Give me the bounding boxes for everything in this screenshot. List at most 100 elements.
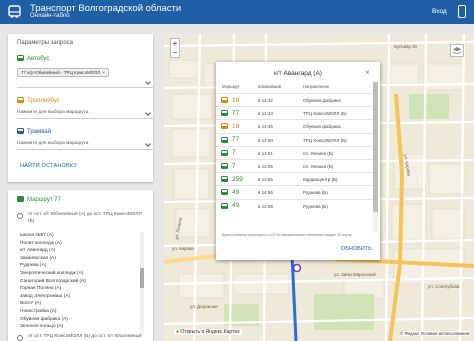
direction-radio-1[interactable] <box>17 213 23 219</box>
remove-chip-icon[interactable]: × <box>102 70 105 75</box>
route-number: 259 <box>232 175 243 183</box>
bus-icon <box>221 136 228 143</box>
table-row[interactable]: 49 в 14:59 Руднева (Б) <box>216 198 374 212</box>
route-number: 77 <box>232 109 240 117</box>
map-street-label: ул. Кирова <box>172 246 194 251</box>
list-item[interactable]: Горная Поляна (А) <box>20 285 138 293</box>
bus-icon <box>17 196 24 202</box>
trolleybus-select[interactable]: Нажмите для выбора маршрута <box>17 108 153 119</box>
direction: Обувная фабрика <box>303 124 341 130</box>
table-row[interactable]: 7 в 14:55 пл. Ленина (Б) <box>216 159 374 172</box>
map-terms-link[interactable]: © Яндекс Условия использования <box>400 331 470 336</box>
route-number: 18 <box>232 96 240 104</box>
trolleybus-icon <box>221 97 228 103</box>
direction: Руднева (Б) <box>303 190 328 196</box>
list-item[interactable]: Руднева (А) <box>20 262 138 270</box>
col-direction-header: Направление <box>303 84 330 89</box>
bus-icon <box>221 149 228 156</box>
list-item[interactable]: завод Электромаш (А) <box>20 293 138 301</box>
route-number: 49 <box>232 188 240 196</box>
login-link[interactable]: Вход <box>432 8 447 15</box>
list-item[interactable]: Обувная фабрика (А) <box>20 316 138 324</box>
bus-logo-icon <box>8 5 21 18</box>
table-row[interactable]: 7 в 14:51 пл. Ленина (Б) <box>216 145 374 159</box>
direction-radio-2[interactable] <box>17 335 23 341</box>
route-number: 77 <box>232 136 240 144</box>
popup-scrollbar[interactable] <box>373 82 378 232</box>
layers-icon[interactable] <box>450 44 464 57</box>
bus-route-chip[interactable]: 77 к/р Юбилейный - ТРЦ КомсоМОЛЛ × <box>17 68 109 77</box>
arrival-time: в 14:42 <box>258 98 273 103</box>
close-icon[interactable]: × <box>365 68 370 77</box>
route-title: Маршрут 77 <box>17 196 61 203</box>
query-panel-title: Параметры запроса <box>17 40 73 46</box>
stop-popup: к/т Авангард (А) × Маршрут Ближайший Нап… <box>216 62 380 260</box>
map-street-label: Бульвар 30 <box>394 44 418 49</box>
direction: Руднева (Б) <box>303 203 328 209</box>
bus-icon <box>17 55 24 61</box>
update-button[interactable]: ОБНОВИТЬ <box>341 246 372 252</box>
chevron-down-icon <box>145 110 151 116</box>
route-number: 49 <box>232 202 240 210</box>
list-item[interactable]: школа №57 (А) <box>20 232 138 240</box>
app-subtitle: Онлайн-табло <box>30 13 70 19</box>
arrival-time: в 14:59 <box>258 203 273 209</box>
popup-title: к/т Авангард (А) <box>274 70 322 77</box>
list-item[interactable]: Новостройка (А) <box>20 308 138 316</box>
find-stop-button[interactable]: НАЙТИ ОСТАНОВКУ <box>20 163 77 169</box>
scrollbar-thumb[interactable] <box>140 268 144 288</box>
direction-1-label[interactable]: от ост. к/т Юбилейный (А) до ост. ТРЦ Ко… <box>28 212 146 225</box>
direction: пл. Ленина (Б) <box>303 164 334 169</box>
stop-list-scrollbar[interactable] <box>140 232 144 335</box>
bus-icon <box>221 110 228 117</box>
trolleybus-icon <box>221 123 228 130</box>
app-header: Транспорт Волгоградской области Онлайн-т… <box>0 0 474 24</box>
direction: Кардиоцентр (Б) <box>303 177 338 183</box>
chevron-down-icon <box>145 79 151 85</box>
bus-select[interactable] <box>17 77 153 88</box>
map-street-label: ул. Зины Маресевой <box>334 272 376 277</box>
list-item[interactable]: к/т Авангард (А) <box>20 247 138 255</box>
arrival-time: в 14:55 <box>258 164 273 169</box>
list-item[interactable]: ВолгУ (А) <box>20 300 138 308</box>
route-number: 7 <box>232 162 236 170</box>
table-row[interactable]: 77 в 14:50 ТРЦ КомсоМОЛЛ (Б) <box>216 132 374 146</box>
zoom-in-button[interactable]: + <box>171 39 179 48</box>
table-row[interactable]: 18 в 14:42 Обувная фабрика <box>216 93 374 106</box>
open-in-yandex-link[interactable]: ● Открыть в Яндекс.Картах <box>174 329 242 335</box>
map-street-label: ул. Дорожная <box>190 304 218 309</box>
direction: ТРЦ КомсоМОЛЛ (Б) <box>303 137 347 143</box>
table-row[interactable]: 77 в 14:43 ТРЦ КомсоМОЛЛ (Б) <box>216 106 374 119</box>
tram-select[interactable]: Нажмите для выбора маршрута <box>17 139 153 150</box>
query-panel: Параметры запроса Автобус Троллейбус Наж… <box>8 34 153 182</box>
list-item[interactable]: Зеленое кольцо (А) <box>20 323 138 331</box>
arrival-time: в 14:45 <box>258 124 273 130</box>
zoom-control: + − <box>170 38 180 58</box>
zoom-out-button[interactable]: − <box>171 48 179 57</box>
col-arrival-header: Ближайший <box>258 84 281 89</box>
table-row[interactable]: 49 в 14:56 Руднева (Б) <box>216 185 374 198</box>
list-item[interactable]: Полит колледж (А) <box>20 240 138 248</box>
mobile-phone-icon[interactable] <box>458 5 466 18</box>
direction: пл. Ленина (Б) <box>303 150 334 156</box>
bus-icon <box>221 163 228 169</box>
table-row[interactable]: 18 в 14:45 Обувная фабрика <box>216 119 374 132</box>
scrollbar-thumb[interactable] <box>373 82 378 212</box>
tram-icon <box>17 128 24 134</box>
direction: Обувная фабрика <box>303 98 341 103</box>
direction-2-label[interactable]: от ост. ТРЦ КомсоМОЛЛ (Б) до ост. к/т Юб… <box>28 334 146 341</box>
chevron-down-icon <box>145 141 151 147</box>
map-pin-icon: ● <box>176 329 180 335</box>
table-row[interactable]: 259 в 14:55 Кардиоцентр (Б) <box>216 172 374 185</box>
direction: ТРЦ КомсоМОЛЛ (Б) <box>303 111 347 117</box>
update-note: Время прибытия транспорта в 14:27:40 Авт… <box>222 233 352 237</box>
bus-section-label: Автобус <box>17 55 49 62</box>
route-number: 7 <box>232 149 236 157</box>
tram-section-label: Трамвай <box>17 128 51 135</box>
arrival-time: в 14:43 <box>258 111 273 117</box>
list-item[interactable]: Санаторий Волгоградский (А) <box>20 278 138 286</box>
bus-icon <box>221 176 228 183</box>
list-item[interactable]: Энергетический колледж (А) <box>20 270 138 278</box>
list-item[interactable]: Заканвоская (А) <box>20 255 138 263</box>
map-street-label: ул. Сологубова <box>428 284 460 289</box>
